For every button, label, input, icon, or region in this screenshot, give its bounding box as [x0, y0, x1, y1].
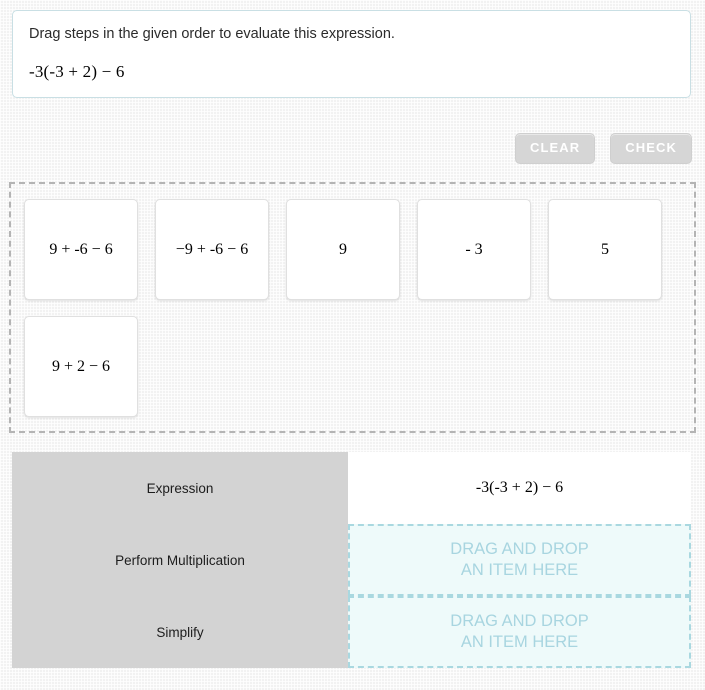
draggable-tile[interactable]: 9 [286, 199, 400, 300]
prompt-expression: -3(-3 + 2) − 6 [29, 62, 125, 81]
draggable-tile[interactable]: 9 + -6 − 6 [24, 199, 138, 300]
check-button[interactable]: CHECK [610, 133, 692, 164]
action-button-group: CLEAR CHECK [514, 133, 692, 164]
dropzone-placeholder-line1: DRAG AND DROP [450, 612, 589, 630]
draggable-tile[interactable]: 9 + 2 − 6 [24, 316, 138, 417]
table-row: Expression -3(-3 + 2) − 6 [12, 452, 691, 524]
dropzone-placeholder-line2: AN ITEM HERE [460, 561, 579, 579]
table-row: Perform Multiplication DRAG AND DROP AN … [12, 524, 691, 596]
steps-table: Expression -3(-3 + 2) − 6 Perform Multip… [12, 452, 691, 668]
draggable-tile[interactable]: - 3 [417, 199, 531, 300]
prompt-card: Drag steps in the given order to evaluat… [12, 10, 691, 98]
clear-button[interactable]: CLEAR [514, 133, 596, 164]
dropzone-placeholder-line1: DRAG AND DROP [450, 540, 589, 558]
step-label-perform-multiplication: Perform Multiplication [12, 524, 348, 596]
dropzone-cell: DRAG AND DROP AN ITEM HERE [348, 524, 691, 596]
table-row: Simplify DRAG AND DROP AN ITEM HERE [12, 596, 691, 668]
step-label-simplify: Simplify [12, 596, 348, 668]
dropzone-placeholder-line2: AN ITEM HERE [460, 633, 579, 651]
prompt-instruction: Drag steps in the given order to evaluat… [29, 26, 395, 42]
step-value-expression: -3(-3 + 2) − 6 [348, 452, 691, 524]
dropzone-simplify[interactable]: DRAG AND DROP AN ITEM HERE [348, 596, 691, 668]
dropzone-cell: DRAG AND DROP AN ITEM HERE [348, 596, 691, 668]
draggable-tile[interactable]: 5 [548, 199, 662, 300]
draggable-tile[interactable]: −9 + -6 − 6 [155, 199, 269, 300]
dropzone-perform-multiplication[interactable]: DRAG AND DROP AN ITEM HERE [348, 524, 691, 596]
tile-bank: 9 + -6 − 6 −9 + -6 − 6 9 - 3 5 9 + 2 − 6 [9, 182, 696, 433]
step-label-expression: Expression [12, 452, 348, 524]
